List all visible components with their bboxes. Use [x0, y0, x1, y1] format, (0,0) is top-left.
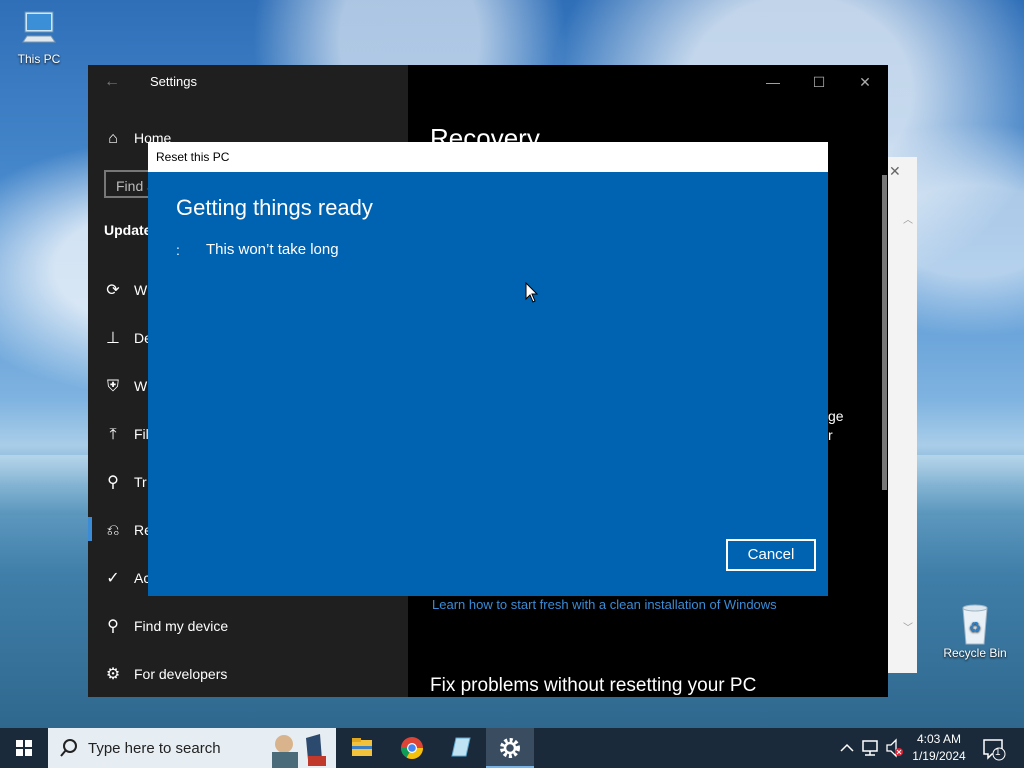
spinner-icon: :: [176, 242, 180, 258]
scroll-down-icon[interactable]: ﹀: [903, 619, 913, 634]
partial-text-line: ge: [828, 408, 844, 424]
clock-date: 1/19/2024: [912, 749, 966, 763]
delivery-icon: ⊥: [106, 330, 120, 347]
notepad-app-icon: [451, 737, 471, 757]
windows-logo-icon: [16, 740, 32, 756]
recycle-bin-desktop-icon[interactable]: ♻ Recycle Bin: [940, 602, 1010, 660]
nav-activation[interactable]: ✓ Ac: [104, 566, 150, 590]
folder-icon: [352, 738, 372, 756]
back-arrow-icon[interactable]: ←: [104, 73, 120, 91]
taskbar-app[interactable]: [436, 728, 484, 768]
section-heading: Update: [104, 222, 152, 238]
nav-delivery-optimization[interactable]: ⊥ De: [104, 326, 152, 350]
search-placeholder: Type here to search: [88, 740, 221, 757]
taskbar-chrome[interactable]: [388, 728, 436, 768]
gear-icon: [500, 738, 520, 758]
action-center-button[interactable]: 1: [978, 728, 1010, 768]
chevron-up-icon: [840, 743, 854, 752]
taskbar-file-explorer[interactable]: [338, 728, 386, 768]
recycle-bin-icon: ♻: [955, 602, 995, 645]
dialog-title: Reset this PC: [156, 150, 230, 164]
reset-pc-dialog: Reset this PC Getting things ready : Thi…: [148, 142, 828, 596]
settings-titlebar: ← Settings — ☐ ✕: [88, 65, 888, 99]
backup-arrow-icon: ⤒: [109, 426, 117, 443]
nav-file-backup[interactable]: ⤒ Fil: [104, 422, 148, 446]
computer-icon: [19, 8, 59, 48]
taskbar: Type here to search 4:03 AM 1/19/2024 1: [0, 728, 1024, 768]
start-button[interactable]: [0, 728, 48, 768]
search-highlight-illustration-icon: [272, 734, 326, 768]
network-icon: [862, 740, 878, 756]
close-button[interactable]: ✕: [842, 69, 888, 95]
nav-windows-update[interactable]: ⟳ W: [104, 278, 147, 302]
taskbar-clock[interactable]: 4:03 AM 1/19/2024: [906, 731, 972, 765]
home-icon: ⌂: [108, 130, 118, 147]
nav-windows-security[interactable]: ⛨ W: [104, 374, 147, 398]
notification-icon: [983, 739, 1006, 761]
chrome-icon: [401, 737, 423, 759]
volume-muted-icon: [886, 738, 903, 758]
taskbar-search-input[interactable]: Type here to search: [48, 728, 336, 768]
volume-tray-button[interactable]: [884, 728, 906, 768]
partial-text-line: r: [828, 427, 833, 443]
dialog-heading: Getting things ready: [176, 195, 373, 220]
mouse-cursor-icon: [525, 282, 539, 303]
this-pc-label: This PC: [17, 52, 61, 66]
person-pin-icon: ⚲: [107, 618, 119, 635]
check-circle-icon: ✓: [106, 570, 120, 587]
maximize-button[interactable]: ☐: [796, 69, 842, 95]
scroll-up-icon[interactable]: ︿: [903, 211, 913, 226]
selected-indicator: [88, 517, 92, 541]
section-subtitle: Fix problems without resetting your PC: [430, 675, 757, 696]
nav-find-my-device[interactable]: ⚲ Find my device: [104, 614, 228, 638]
window-title: Settings: [150, 74, 197, 89]
show-hidden-icons-button[interactable]: [838, 728, 856, 768]
nav-for-developers[interactable]: ⚙ For developers: [104, 662, 228, 686]
developer-tools-icon: ⚙: [105, 666, 121, 683]
svg-text:♻: ♻: [969, 620, 982, 636]
notification-count: 1: [995, 747, 1001, 758]
recycle-bin-label: Recycle Bin: [943, 646, 1007, 660]
clean-install-link[interactable]: Learn how to start fresh with a clean in…: [432, 597, 777, 612]
nav-recovery[interactable]: ⎌ Re: [104, 518, 152, 542]
clock-time: 4:03 AM: [916, 732, 962, 746]
dialog-message: This won’t take long: [206, 241, 339, 258]
cancel-button[interactable]: Cancel: [726, 539, 816, 571]
background-window[interactable]: ✕ ︿ ﹀: [886, 157, 917, 673]
sync-icon: ⟳: [106, 282, 120, 299]
dialog-titlebar: Reset this PC: [148, 142, 828, 172]
scrollbar[interactable]: [882, 175, 887, 490]
shield-icon: ⛨: [106, 378, 119, 395]
recovery-icon: ⎌: [106, 522, 120, 539]
network-tray-button[interactable]: [860, 728, 882, 768]
taskbar-settings[interactable]: [486, 728, 534, 768]
wrench-icon: ⚲: [107, 474, 119, 491]
minimize-button[interactable]: —: [750, 69, 796, 95]
close-icon[interactable]: ✕: [889, 163, 901, 180]
this-pc-desktop-icon[interactable]: This PC: [4, 8, 74, 66]
nav-troubleshoot[interactable]: ⚲ Tr: [104, 470, 147, 494]
search-icon: [60, 739, 77, 757]
